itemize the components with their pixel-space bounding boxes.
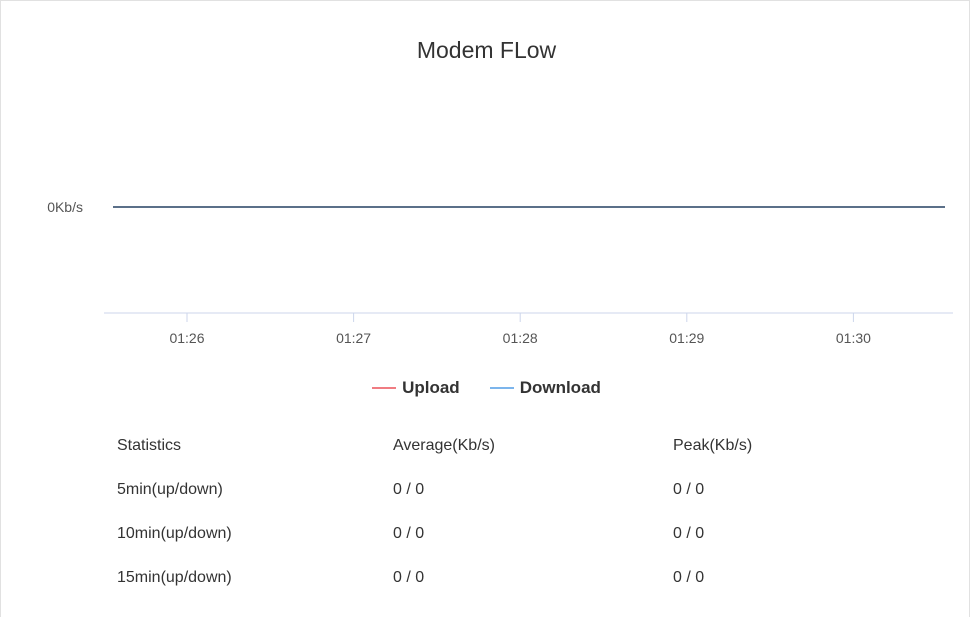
x-axis-tick-label: 01:28	[503, 330, 538, 346]
row-label: 5min(up/down)	[117, 481, 223, 498]
legend-item-download[interactable]: Download	[489, 378, 601, 398]
legend-label-download: Download	[519, 378, 601, 397]
y-axis-tick-label: 0Kb/s	[47, 199, 83, 215]
header-statistics: Statistics	[117, 437, 182, 454]
row-label: 10min(up/down)	[117, 525, 232, 542]
row-peak: 0 / 0	[673, 481, 705, 498]
flow-chart: 01:26 01:27 01:28 01:29 01:30 0Kb/s	[47, 199, 953, 346]
legend-label-upload: Upload	[402, 378, 460, 397]
row-average: 0 / 0	[393, 569, 425, 586]
x-axis-tick-label: 01:30	[836, 330, 871, 346]
row-peak: 0 / 0	[673, 569, 705, 586]
row-average: 0 / 0	[393, 481, 425, 498]
chart-legend: Upload Download	[1, 378, 971, 398]
modem-flow-panel: Modem FLow 01:26 01:27 01:28 01:29 01:30 0Kb/…	[0, 0, 970, 617]
x-axis-tick-label: 01:26	[169, 330, 204, 346]
legend-item-upload[interactable]: Upload	[372, 378, 460, 398]
row-average: 0 / 0	[393, 525, 425, 542]
row-label: 15min(up/down)	[117, 569, 232, 586]
header-peak: Peak(Kb/s)	[673, 437, 753, 454]
row-peak: 0 / 0	[673, 525, 705, 542]
download-line-icon	[489, 387, 514, 389]
header-average: Average(Kb/s)	[393, 437, 495, 454]
x-axis-tick-label: 01:29	[669, 330, 704, 346]
x-axis-tick-label: 01:27	[336, 330, 371, 346]
upload-line-icon	[372, 387, 397, 389]
